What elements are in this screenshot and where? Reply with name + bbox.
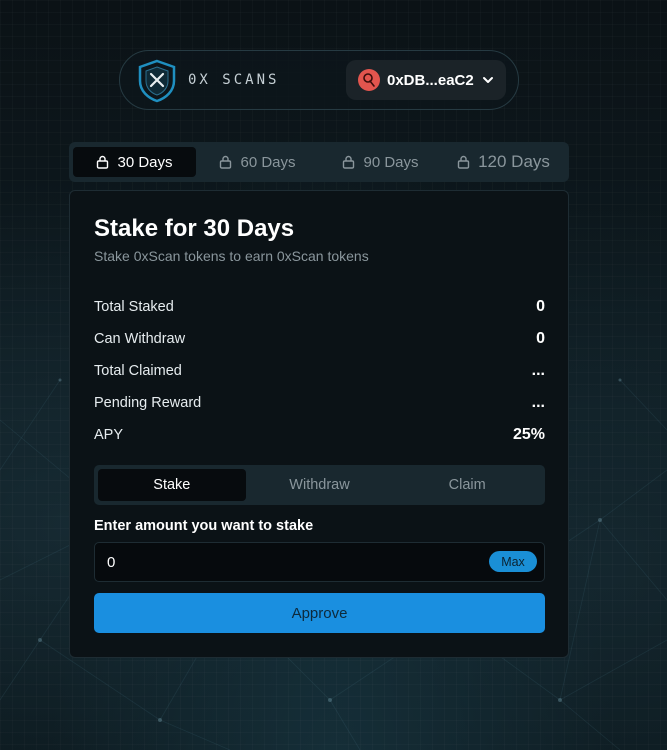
tab-label: 30 Days: [117, 153, 173, 171]
tab-withdraw[interactable]: Withdraw: [246, 469, 394, 501]
brand-name: 0X SCANS: [188, 72, 280, 88]
amount-label: Enter amount you want to stake: [94, 518, 314, 534]
stat-value: 0: [536, 330, 545, 347]
wallet-address: 0xDB...eaC2: [387, 71, 474, 89]
action-tabs: Stake Withdraw Claim: [94, 465, 545, 505]
wallet-avatar-icon: [358, 69, 380, 91]
stat-total-staked: Total Staked 0: [94, 291, 545, 323]
tab-stake[interactable]: Stake: [98, 469, 246, 501]
tab-120-days[interactable]: 120 Days: [442, 147, 565, 177]
tab-60-days[interactable]: 60 Days: [196, 147, 319, 177]
staking-period-tabs: 30 Days 60 Days 90 Days 120 Days: [69, 142, 569, 182]
tab-90-days[interactable]: 90 Days: [319, 147, 442, 177]
tab-30-days[interactable]: 30 Days: [73, 147, 196, 177]
tab-claim[interactable]: Claim: [393, 469, 541, 501]
stat-label: Total Claimed: [94, 363, 182, 379]
stake-card: Stake for 30 Days Stake 0xScan tokens to…: [69, 190, 569, 658]
stat-label: Pending Reward: [94, 395, 202, 411]
page-subtitle: Stake 0xScan tokens to earn 0xScan token…: [94, 248, 369, 264]
stat-value: ...: [531, 394, 545, 411]
amount-field-container: Max: [94, 542, 545, 582]
stat-pending-reward: Pending Reward ...: [94, 387, 545, 419]
tab-label: 60 Days: [240, 153, 296, 171]
stat-total-claimed: Total Claimed ...: [94, 355, 545, 387]
stat-value: ...: [531, 362, 545, 379]
lock-icon: [343, 155, 355, 169]
lock-icon: [457, 155, 470, 169]
stat-label: Can Withdraw: [94, 331, 186, 347]
lock-icon: [97, 155, 109, 169]
header-bar: 0X SCANS 0xDB...eaC2: [119, 50, 519, 110]
page-title: Stake for 30 Days: [94, 215, 295, 242]
max-button[interactable]: Max: [489, 551, 537, 572]
approve-button[interactable]: Approve: [94, 593, 545, 633]
stat-can-withdraw: Can Withdraw 0: [94, 323, 545, 355]
stat-label: Total Staked: [94, 299, 174, 315]
chevron-down-icon: [482, 77, 493, 83]
wallet-button[interactable]: 0xDB...eaC2: [346, 60, 506, 100]
stat-value: 0: [536, 298, 545, 315]
shield-x-logo-icon[interactable]: [136, 59, 178, 103]
stat-label: APY: [94, 427, 124, 443]
lock-icon: [220, 155, 232, 169]
stat-apy: APY 25%: [94, 419, 545, 451]
stats-list: Total Staked 0 Can Withdraw 0 Total Clai…: [94, 291, 545, 451]
tab-label: 120 Days: [478, 152, 550, 171]
stat-value: 25%: [512, 426, 545, 443]
amount-input[interactable]: [95, 543, 475, 581]
tab-label: 90 Days: [363, 153, 419, 171]
